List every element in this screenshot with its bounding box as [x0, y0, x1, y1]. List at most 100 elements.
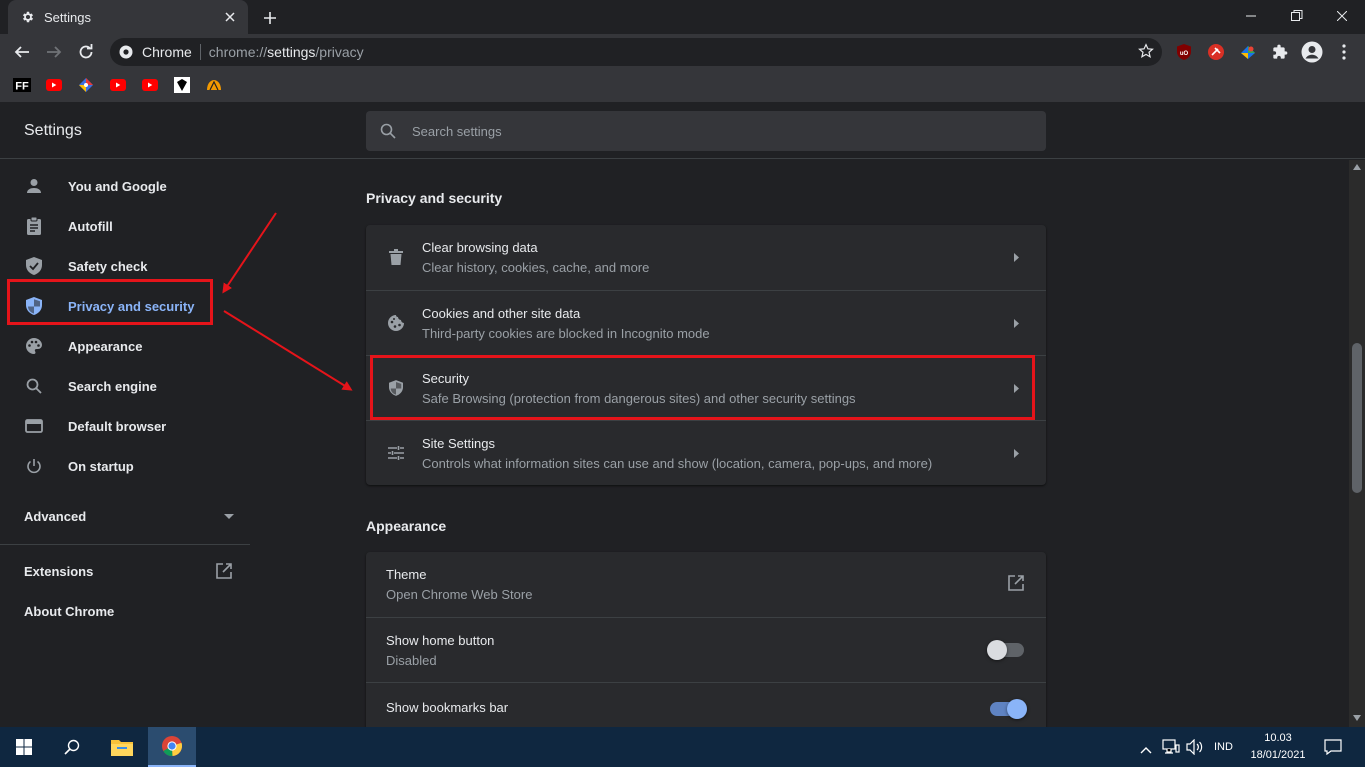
youtube-bookmark-icon[interactable]: [109, 76, 127, 94]
page-title: Settings: [24, 122, 82, 139]
sidebar-item-on-startup[interactable]: On startup: [0, 446, 230, 486]
notifications-icon[interactable]: [1324, 739, 1342, 760]
scrollbar[interactable]: [1349, 160, 1365, 727]
clock[interactable]: 10.03 18/01/2021: [1245, 730, 1311, 764]
kite-bookmark-icon[interactable]: [77, 76, 95, 94]
sidebar-item-label: Autofill: [68, 218, 113, 234]
site-name: Chrome: [142, 44, 192, 60]
volume-icon[interactable]: [1186, 738, 1204, 760]
close-window-button[interactable]: [1319, 0, 1365, 32]
menu-icon[interactable]: [1332, 40, 1356, 64]
advanced-label: Advanced: [24, 508, 87, 524]
file-explorer-icon[interactable]: [98, 727, 146, 767]
clock-time: 10.03: [1264, 732, 1292, 744]
sidebar-item-you-and-google[interactable]: You and Google: [0, 166, 230, 206]
caret-down-icon: [224, 507, 234, 525]
network-icon[interactable]: [1162, 739, 1180, 760]
sidebar-item-label: Default browser: [68, 418, 167, 434]
advanced-section-toggle[interactable]: Advanced: [24, 504, 234, 528]
row-title: Show home button: [386, 633, 495, 648]
arrow-right-icon: [1012, 447, 1020, 459]
row-title: Site Settings: [422, 436, 495, 451]
bookmark-star-icon[interactable]: [1138, 43, 1154, 64]
ublock-icon[interactable]: uO: [1172, 40, 1196, 64]
search-icon: [378, 121, 398, 141]
search-icon: [24, 376, 44, 396]
forward-button[interactable]: [40, 38, 68, 66]
arrow-right-icon: [1012, 317, 1020, 329]
minimize-button[interactable]: [1228, 0, 1274, 32]
show-home-button-row[interactable]: Show home button Disabled: [366, 617, 1046, 682]
diamond-bookmark-icon[interactable]: [173, 76, 191, 94]
reload-button[interactable]: [72, 38, 100, 66]
url-separator: [199, 44, 201, 60]
row-title: Clear browsing data: [422, 240, 538, 255]
gear-icon: [20, 9, 36, 25]
browser-icon: [24, 416, 44, 436]
row-subtitle: Clear history, cookies, cache, and more: [422, 260, 650, 275]
taskbar-search-icon[interactable]: [48, 727, 96, 767]
tab-strip: Settings: [0, 0, 1365, 34]
chrome-site-icon: [118, 44, 134, 60]
sidebar-item-search-engine[interactable]: Search engine: [0, 366, 230, 406]
chevron-up-icon[interactable]: [1140, 741, 1152, 759]
back-button[interactable]: [8, 38, 36, 66]
profile-icon[interactable]: [1300, 40, 1324, 64]
sidebar-item-appearance[interactable]: Appearance: [0, 326, 230, 366]
close-tab-icon[interactable]: [220, 7, 240, 27]
tab-title: Settings: [44, 9, 91, 25]
language-indicator[interactable]: IND: [1214, 741, 1233, 753]
privacy-section-title: Privacy and security: [366, 190, 503, 206]
tab-settings[interactable]: Settings: [8, 0, 248, 34]
open-in-new-icon[interactable]: [216, 563, 232, 584]
url-text: chrome://settings/privacy: [208, 44, 364, 60]
open-in-new-icon[interactable]: [1008, 575, 1024, 596]
new-tab-button[interactable]: [258, 6, 282, 30]
home-button-toggle[interactable]: [987, 640, 1024, 660]
row-subtitle: Third-party cookies are blocked in Incog…: [422, 326, 710, 341]
extensions-link[interactable]: Extensions: [24, 564, 93, 579]
cookies-row[interactable]: Cookies and other site data Third-party …: [366, 290, 1046, 355]
start-button[interactable]: [0, 727, 48, 767]
bookmarks-bar-toggle[interactable]: [990, 699, 1027, 719]
row-title: Cookies and other site data: [422, 306, 581, 321]
restore-button[interactable]: [1274, 0, 1320, 32]
colorful-ext-icon[interactable]: [1236, 40, 1260, 64]
scroll-thumb[interactable]: [1352, 343, 1362, 493]
address-bar[interactable]: Chrome chrome://settings/privacy: [110, 38, 1162, 66]
tune-icon: [386, 443, 406, 463]
toolbar: Chrome chrome://settings/privacy uO: [0, 34, 1365, 70]
fan-bookmark-icon[interactable]: [205, 76, 223, 94]
site-settings-row[interactable]: Site Settings Controls what information …: [366, 420, 1046, 485]
chrome-taskbar-icon[interactable]: [148, 727, 196, 767]
sidebar-highlight-box: [7, 279, 213, 325]
taskbar: IND 10.03 18/01/2021: [0, 727, 1365, 767]
sidebar-item-autofill[interactable]: Autofill: [0, 206, 230, 246]
row-subtitle: Open Chrome Web Store: [386, 587, 533, 602]
sidebar-item-default-browser[interactable]: Default browser: [0, 406, 230, 446]
row-title: Show bookmarks bar: [386, 700, 509, 715]
clear-browsing-data-row[interactable]: Clear browsing data Clear history, cooki…: [366, 225, 1046, 290]
youtube-bookmark-icon[interactable]: [141, 76, 159, 94]
svg-text:uO: uO: [1180, 51, 1189, 57]
scroll-up-arrow[interactable]: [1353, 164, 1361, 170]
sidebar-item-label: Appearance: [68, 338, 143, 354]
ff-bookmark-icon[interactable]: FF: [13, 76, 31, 94]
cookie-icon: [386, 313, 406, 333]
youtube-bookmark-icon[interactable]: [45, 76, 63, 94]
search-input[interactable]: [412, 123, 1012, 139]
about-chrome-link[interactable]: About Chrome: [24, 604, 114, 619]
power-icon: [24, 456, 44, 476]
red-ext-icon[interactable]: [1204, 40, 1228, 64]
row-subtitle: Controls what information sites can use …: [422, 456, 933, 471]
svg-text:FF: FF: [15, 81, 29, 93]
sidebar-item-label: You and Google: [68, 178, 167, 194]
clock-date: 18/01/2021: [1250, 749, 1306, 761]
sidebar-item-label: On startup: [68, 458, 134, 474]
theme-row[interactable]: Theme Open Chrome Web Store: [366, 552, 1046, 617]
scroll-down-arrow[interactable]: [1353, 715, 1361, 721]
puzzle-icon[interactable]: [1268, 40, 1292, 64]
arrow-right-icon: [1012, 251, 1020, 263]
search-box[interactable]: [366, 111, 1046, 151]
security-highlight-box: [370, 355, 1035, 420]
